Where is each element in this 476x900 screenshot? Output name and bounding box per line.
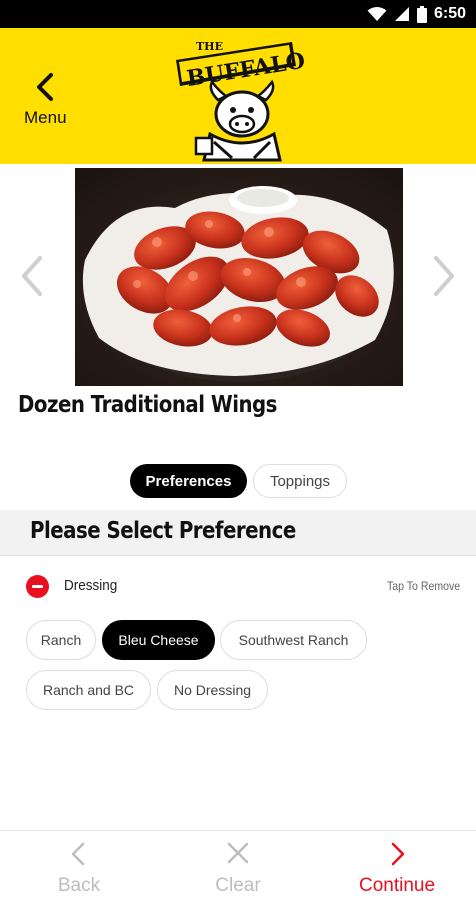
clear-label: Clear: [215, 875, 261, 896]
tab-preferences[interactable]: Preferences: [130, 464, 247, 498]
close-icon: [227, 842, 249, 864]
tap-to-remove-hint: Tap To Remove: [386, 579, 460, 593]
battery-icon: [416, 5, 427, 23]
clear-button[interactable]: Clear: [159, 831, 317, 900]
app-header: Menu THE BUFFALO: [0, 28, 476, 164]
wifi-icon: [367, 7, 387, 21]
status-time: 6:50: [433, 5, 466, 22]
option-no-dressing[interactable]: No Dressing: [157, 670, 268, 710]
status-bar: 6:50: [0, 0, 476, 28]
dressing-label: Dressing: [64, 577, 118, 594]
signal-icon: [394, 7, 409, 21]
menu-back-button[interactable]: Menu: [18, 68, 78, 130]
chevron-left-icon: [37, 73, 53, 101]
section-title: Please Select Preference: [30, 518, 296, 544]
option-ranch-and-bc[interactable]: Ranch and BC: [26, 670, 151, 710]
product-photo-wings: [75, 168, 403, 386]
chevron-left-icon: [22, 256, 42, 296]
option-southwest-ranch[interactable]: Southwest Ranch: [220, 620, 367, 660]
chevron-right-icon: [434, 256, 454, 296]
product-title: Dozen Traditional Wings: [18, 392, 277, 418]
option-tabs: Preferences Toppings: [130, 464, 347, 498]
carousel-next-button[interactable]: [428, 252, 462, 300]
chevron-right-icon: [391, 842, 405, 866]
remove-icon[interactable]: [26, 575, 49, 598]
option-bleu-cheese[interactable]: Bleu Cheese: [102, 620, 215, 660]
continue-button[interactable]: Continue: [318, 831, 476, 900]
back-label: Back: [57, 875, 101, 896]
continue-label: Continue: [358, 875, 436, 896]
the-buffalo-logo: THE BUFFALO: [176, 40, 306, 162]
bottom-action-bar: Back Clear Continue: [0, 830, 476, 900]
logo-text-top: THE: [196, 40, 223, 53]
dressing-row[interactable]: Dressing Tap To Remove: [0, 565, 476, 607]
back-button[interactable]: Back: [0, 831, 158, 900]
chevron-left-icon: [71, 842, 85, 866]
option-ranch[interactable]: Ranch: [26, 620, 96, 660]
menu-back-label: Menu: [24, 108, 67, 127]
carousel-prev-button[interactable]: [14, 252, 48, 300]
product-carousel: [0, 164, 476, 390]
section-header: Please Select Preference: [0, 510, 476, 556]
status-icons: 6:50: [367, 4, 466, 24]
tab-toppings[interactable]: Toppings: [253, 464, 347, 498]
